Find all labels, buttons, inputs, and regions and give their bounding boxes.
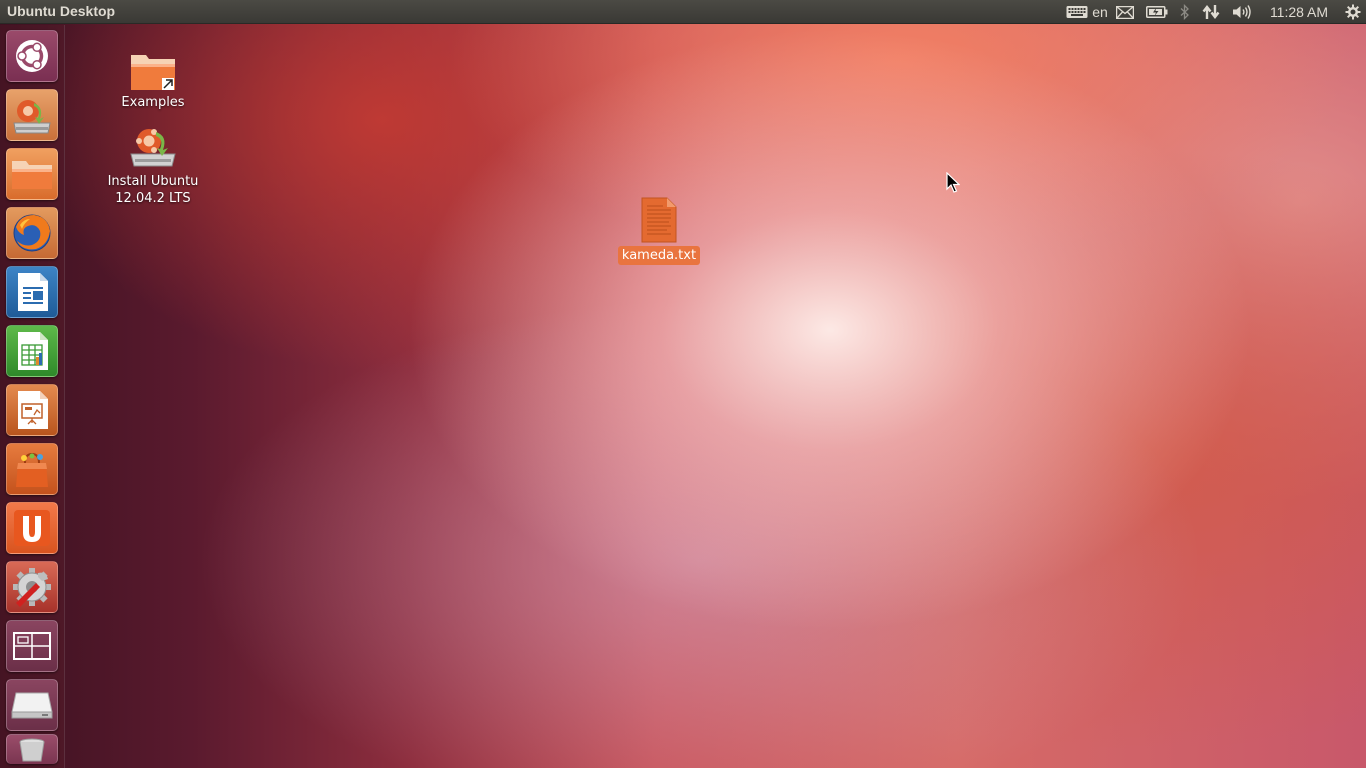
- keyboard-layout-label: en: [1092, 4, 1108, 20]
- text-file-icon: [641, 197, 677, 243]
- gear-icon: [1345, 4, 1361, 20]
- launcher-firefox[interactable]: [6, 207, 58, 259]
- desktop-icon-label: kameda.txt: [617, 246, 701, 265]
- clock[interactable]: 11:28 AM: [1258, 0, 1340, 24]
- mouse-cursor-icon: [946, 172, 960, 193]
- network-icon: [1202, 5, 1220, 19]
- messaging-indicator[interactable]: [1110, 0, 1140, 24]
- installer-icon: [13, 100, 51, 134]
- folder-link-icon: [131, 55, 175, 90]
- network-indicator[interactable]: [1196, 0, 1226, 24]
- drive-icon: [11, 692, 53, 719]
- launcher-drive[interactable]: [6, 679, 58, 731]
- launcher-software-center[interactable]: [6, 443, 58, 495]
- desktop-icon-kameda-txt[interactable]: kameda.txt: [612, 196, 706, 265]
- window-title: Ubuntu Desktop: [7, 3, 116, 19]
- mail-icon: [1116, 5, 1134, 19]
- launcher-writer[interactable]: [6, 266, 58, 318]
- ubuntu-one-icon: [14, 510, 50, 546]
- launcher-impress[interactable]: [6, 384, 58, 436]
- indicator-area: en 11:28 AM: [1062, 0, 1366, 24]
- top-panel: Ubuntu Desktop en 11:28 AM: [0, 0, 1366, 24]
- launcher-calc[interactable]: [6, 325, 58, 377]
- battery-icon: [1146, 6, 1168, 18]
- launcher-ubuntu-one[interactable]: [6, 502, 58, 554]
- impress-icon: [18, 391, 48, 429]
- desktop-icon-label-line2: 12.04.2 LTS: [115, 191, 191, 206]
- session-menu[interactable]: [1340, 0, 1366, 24]
- installer-icon: [130, 129, 176, 167]
- firefox-icon: [13, 214, 51, 252]
- battery-indicator[interactable]: [1140, 0, 1174, 24]
- shopping-bag-icon: [16, 452, 48, 487]
- trash-icon: [19, 738, 45, 761]
- launcher-files[interactable]: [6, 148, 58, 200]
- desktop-icon-label: Examples: [121, 95, 185, 110]
- desktop-icon-label-line1: Install Ubuntu: [107, 174, 199, 189]
- volume-icon: [1233, 5, 1251, 19]
- bluetooth-icon: [1180, 4, 1189, 20]
- launcher-workspace-switcher[interactable]: [6, 620, 58, 672]
- calc-icon: [18, 332, 48, 370]
- writer-icon: [18, 273, 48, 311]
- launcher-trash[interactable]: [6, 734, 58, 764]
- sound-indicator[interactable]: [1226, 0, 1258, 24]
- launcher-dash-home[interactable]: [6, 30, 58, 82]
- keyboard-indicator[interactable]: en: [1062, 0, 1110, 24]
- desktop-icon-install-ubuntu[interactable]: Install Ubuntu 12.04.2 LTS: [100, 124, 206, 207]
- launcher-system-settings[interactable]: [6, 561, 58, 613]
- desktop-icon-examples[interactable]: Examples: [106, 50, 200, 111]
- desktop-icon-label: Install Ubuntu 12.04.2 LTS: [105, 173, 202, 207]
- keyboard-icon: [1066, 6, 1088, 18]
- launcher: [0, 25, 65, 768]
- workspace-icon: [13, 632, 51, 660]
- settings-icon: [13, 568, 51, 607]
- launcher-install-ubuntu[interactable]: [6, 89, 58, 141]
- folder-icon: [12, 161, 52, 189]
- ubuntu-logo-icon: [16, 40, 48, 72]
- bluetooth-indicator[interactable]: [1174, 0, 1196, 24]
